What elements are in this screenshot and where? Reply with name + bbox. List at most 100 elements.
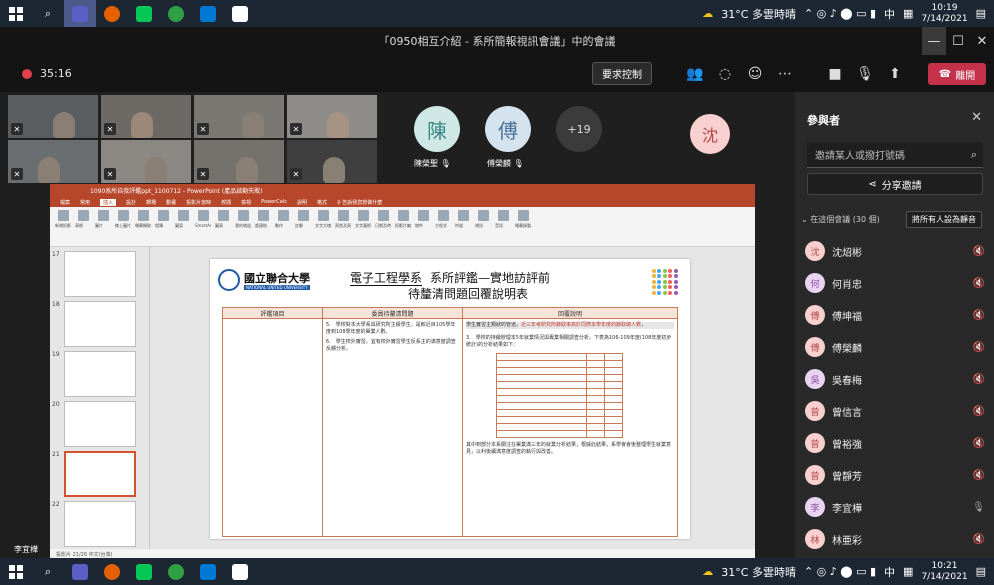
ribbon-button[interactable]: 方程式 <box>435 210 450 229</box>
video-tile[interactable]: ✕ <box>287 140 377 183</box>
ribbon-button[interactable]: SmartArt <box>195 210 211 228</box>
ribbon-button[interactable]: 我的增益集 <box>235 210 251 229</box>
firefox-icon[interactable] <box>96 0 128 27</box>
ribbon-button[interactable]: 文字方塊 <box>315 210 331 229</box>
ppt-tab[interactable]: PowerCalc <box>261 199 287 205</box>
shared-screen[interactable]: 1090系所自我評鑑ppt_1100712 - PowerPoint (產品啟動… <box>50 184 755 559</box>
ribbon-button[interactable]: 相簿 <box>155 210 170 229</box>
ribbon-button[interactable]: 註解 <box>295 210 310 229</box>
ribbon-button[interactable]: 音訊 <box>495 210 510 229</box>
typora-icon[interactable] <box>224 558 256 585</box>
slide-canvas[interactable]: 國立聯合大學 NATIONAL UNITED UNIVERSITY 電子工程學系… <box>210 259 690 539</box>
search-icon[interactable]: ⌕ <box>32 558 64 585</box>
ribbon-button[interactable]: 符號 <box>455 210 470 229</box>
ppt-tab[interactable]: 格式 <box>317 199 327 206</box>
participant-row[interactable]: 李李宜樺 🎙 <box>805 493 985 521</box>
notification-icon[interactable]: ▤ <box>976 565 986 578</box>
ime-indicator[interactable]: 中 <box>884 6 895 22</box>
leave-button[interactable]: ☎ 離開 <box>928 63 986 85</box>
maximize-button[interactable]: ☐ <box>946 27 970 55</box>
keyboard-icon[interactable]: ▦ <box>903 565 913 578</box>
ppt-tab[interactable]: 檢視 <box>241 199 251 206</box>
ppt-tab[interactable]: 常用 <box>80 199 90 206</box>
ribbon-button[interactable]: 圖表 <box>215 210 230 229</box>
video-tile[interactable]: ✕ <box>194 140 284 183</box>
participant-row[interactable]: 曾曾靜芳 🔇 <box>805 461 985 489</box>
mic-off-icon[interactable]: 🔇 <box>973 534 985 545</box>
ppt-tab[interactable]: 插入 <box>100 198 117 206</box>
video-tile[interactable]: ✕ <box>8 95 98 138</box>
mic-off-icon[interactable]: 🎙 <box>972 502 985 513</box>
notification-icon[interactable]: ▤ <box>976 7 986 20</box>
chat-icon[interactable]: ◌ <box>710 66 740 82</box>
people-icon[interactable]: 👥 <box>680 66 710 82</box>
chrome-icon[interactable] <box>160 558 192 585</box>
participant-row[interactable]: 曾曾裕強 🔇 <box>805 429 985 457</box>
ribbon-button[interactable]: 表格 <box>75 210 90 229</box>
ribbon-button[interactable]: 文字藝術師 <box>355 210 371 229</box>
ppt-tab[interactable]: 校閱 <box>221 199 231 206</box>
teams-icon[interactable] <box>64 558 96 585</box>
ppt-tab[interactable]: 轉場 <box>146 199 156 206</box>
ribbon-button[interactable]: 視訊 <box>475 210 490 229</box>
close-window-button[interactable]: ✕ <box>970 27 994 55</box>
participant-row[interactable]: 沈沈炤彬 🔇 <box>805 237 985 265</box>
slide-thumbnail[interactable] <box>64 501 136 547</box>
slide-thumbnail[interactable] <box>64 301 136 347</box>
line-icon[interactable] <box>128 0 160 27</box>
weather-text[interactable]: 31°C 多雲時晴 <box>721 564 796 580</box>
vscode-icon[interactable] <box>192 558 224 585</box>
ppt-tab[interactable]: 投影片放映 <box>186 199 211 206</box>
firefox-icon[interactable] <box>96 558 128 585</box>
tray-icons[interactable]: ⌃ ◎ ♪ ⬤ ▭ ▮ <box>804 7 876 20</box>
ribbon-button[interactable]: 投影片編號 <box>395 210 411 229</box>
slide-thumbnail[interactable] <box>64 251 136 297</box>
share-invite-button[interactable]: ⋖ 分享邀請 <box>807 173 983 195</box>
slide-thumbnail[interactable] <box>64 451 136 497</box>
video-tile[interactable]: ✕ <box>101 140 191 183</box>
tray-icons[interactable]: ⌃ ◎ ♪ ⬤ ▭ ▮ <box>804 565 876 578</box>
ribbon-button[interactable]: 圖片 <box>95 210 110 229</box>
request-control-button[interactable]: 要求控制 <box>592 62 652 85</box>
invite-search-input[interactable]: 邀請某人或撥打號碼 ⌕ <box>807 142 983 168</box>
minimize-button[interactable]: — <box>922 27 946 55</box>
ribbon-button[interactable]: 螢幕擷取畫面 <box>135 210 151 229</box>
mute-all-button[interactable]: 將所有人設為靜音 <box>906 211 982 228</box>
in-meeting-section[interactable]: ⌄ 在這個會議 (30 個) <box>801 214 880 225</box>
slide-thumbnail[interactable] <box>64 401 136 447</box>
overflow-participants[interactable]: +19 <box>556 106 602 152</box>
windows-start-icon[interactable] <box>0 558 32 585</box>
ribbon-button[interactable]: 日期及時間 <box>375 210 391 229</box>
mic-off-icon[interactable]: 🔇 <box>973 278 985 289</box>
participant-row[interactable]: 曾曾信言 🔇 <box>805 397 985 425</box>
mic-off-icon[interactable]: 🔇 <box>973 246 985 257</box>
participant-avatar[interactable]: 沈 <box>690 114 730 154</box>
teams-icon[interactable] <box>64 0 96 27</box>
keyboard-icon[interactable]: ▦ <box>903 7 913 20</box>
ppt-tab[interactable]: 檔案 <box>60 199 70 206</box>
more-icon[interactable]: ⋯ <box>770 66 800 82</box>
windows-start-icon[interactable] <box>0 0 32 27</box>
ribbon-button[interactable]: 頁首及頁尾 <box>335 210 351 229</box>
ribbon-button[interactable]: 物件 <box>415 210 430 229</box>
participant-row[interactable]: 吳吳春梅 🔇 <box>805 365 985 393</box>
weather-text[interactable]: 31°C 多雲時晴 <box>721 6 796 22</box>
share-tray-icon[interactable]: ⬆ <box>880 66 910 82</box>
clock[interactable]: 10:19 7/14/2021 <box>921 3 967 25</box>
ime-indicator[interactable]: 中 <box>884 564 895 580</box>
ribbon-button[interactable]: 線上圖片 <box>115 210 131 229</box>
typora-icon[interactable] <box>224 0 256 27</box>
video-tile[interactable]: ✕ <box>194 95 284 138</box>
slide-thumbnail[interactable] <box>64 351 136 397</box>
video-tile[interactable]: ✕ <box>287 95 377 138</box>
ppt-tab[interactable]: 動畫 <box>166 199 176 206</box>
mic-off-icon[interactable]: 🔇 <box>973 406 985 417</box>
camera-off-icon[interactable]: ■ <box>820 66 850 82</box>
ribbon-button[interactable]: 螢幕錄製 <box>515 210 531 229</box>
mic-off-icon[interactable]: 🔇 <box>973 438 985 449</box>
participant-row[interactable]: 何何肖忠 🔇 <box>805 269 985 297</box>
ppt-tab[interactable]: 設計 <box>126 199 136 206</box>
participant-row[interactable]: 林林亜彩 🔇 <box>805 525 985 553</box>
mic-off-icon[interactable]: 🎙 <box>850 66 880 82</box>
ppt-tab[interactable]: 說明 <box>297 199 307 206</box>
